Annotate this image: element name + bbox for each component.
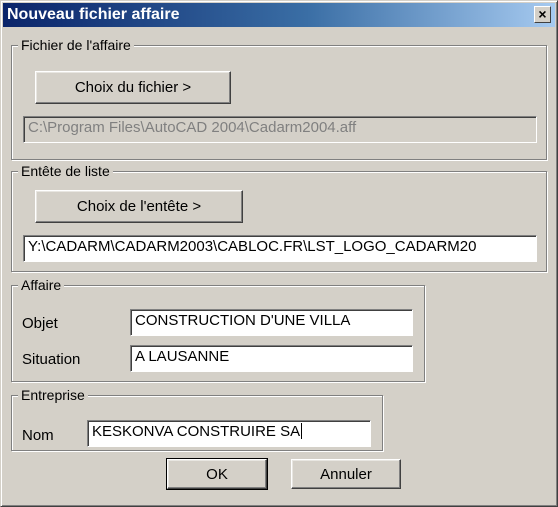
choose-file-button-label: Choix du fichier >	[74, 79, 192, 96]
nom-label: Nom	[22, 427, 54, 444]
group-affaire: Affaire Objet CONSTRUCTION D'UNE VILLA S…	[11, 276, 425, 382]
situation-field[interactable]: A LAUSANNE	[130, 345, 413, 372]
group-fichier-affaire-legend: Fichier de l'affaire	[18, 36, 134, 54]
window-title: Nouveau fichier affaire	[7, 6, 180, 23]
nom-field-value: KESKONVA CONSTRUIRE SA	[92, 423, 301, 440]
ok-button[interactable]: OK	[166, 458, 268, 490]
close-button[interactable]: ×	[534, 6, 551, 23]
choose-header-button-label: Choix de l'entête >	[76, 198, 202, 215]
cancel-button[interactable]: Annuler	[291, 459, 401, 489]
close-icon: ×	[538, 6, 547, 22]
group-entete-liste: Entête de liste Choix de l'entête > Y:\C…	[11, 162, 547, 272]
choose-header-button[interactable]: Choix de l'entête >	[35, 190, 243, 223]
group-fichier-affaire: Fichier de l'affaire Choix du fichier > …	[11, 36, 547, 160]
choose-file-button[interactable]: Choix du fichier >	[35, 71, 231, 104]
objet-field[interactable]: CONSTRUCTION D'UNE VILLA	[130, 309, 413, 336]
group-entreprise: Entreprise Nom KESKONVA CONSTRUIRE SA	[11, 386, 383, 451]
text-caret	[301, 423, 303, 439]
cancel-button-label: Annuler	[320, 465, 372, 483]
header-path-field[interactable]: Y:\CADARM\CADARM2003\CABLOC.FR\LST_LOGO_…	[23, 235, 537, 262]
group-entete-liste-legend: Entête de liste	[18, 162, 113, 180]
situation-label: Situation	[22, 351, 81, 368]
title-bar[interactable]: Nouveau fichier affaire ×	[3, 3, 555, 27]
group-affaire-legend: Affaire	[18, 276, 65, 294]
file-path-field[interactable]: C:\Program Files\AutoCAD 2004\Cadarm2004…	[23, 116, 537, 143]
dialog-window: Nouveau fichier affaire × Fichier de l'a…	[0, 0, 558, 507]
nom-field[interactable]: KESKONVA CONSTRUIRE SA	[87, 420, 371, 447]
objet-label: Objet	[22, 315, 58, 332]
group-entreprise-legend: Entreprise	[18, 386, 88, 404]
ok-button-label: OK	[206, 465, 228, 483]
